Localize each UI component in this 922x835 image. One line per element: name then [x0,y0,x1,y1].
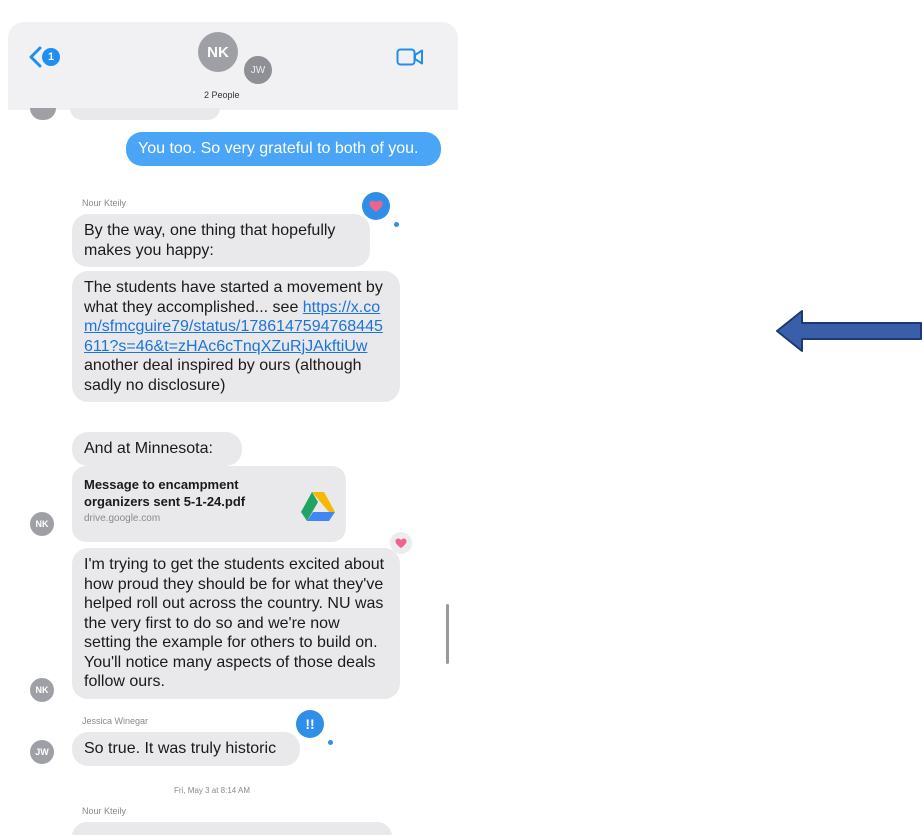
heart-tapback[interactable] [390,532,412,554]
avatar-nk[interactable]: NK [30,678,54,702]
messages-screen: 1 NK JW 2 People You too. So very gratef… [8,22,458,835]
heart-icon [369,200,383,212]
video-camera-icon [396,48,423,66]
timestamp: Fri, May 3 at 8:14 AM [174,786,251,795]
tapback-tail [394,222,399,227]
conversation-header: 1 NK JW 2 People [8,22,458,110]
incoming-message[interactable]: By the way, one thing that hopefully mak… [72,214,370,267]
back-button[interactable]: 1 [28,46,60,68]
message-text: another deal inspired by ours (although … [84,357,362,394]
incoming-message[interactable]: So true. It was truly historic [72,732,300,766]
partial-incoming-message[interactable] [72,822,392,835]
emphasis-tapback[interactable]: !! [296,710,324,738]
sender-name: Nour Kteily [82,198,127,208]
contact-avatar-secondary[interactable]: JW [242,54,274,86]
video-call-button[interactable] [396,48,424,71]
participants-label[interactable]: 2 People [204,90,240,100]
incoming-message[interactable]: And at Minnesota: [72,432,242,466]
outgoing-message[interactable]: You too. So very grateful to both of you… [126,132,441,166]
heart-tapback[interactable] [362,192,390,220]
partial-message-bubble [70,108,220,120]
attachment-title: Message to encampment organizers sent 5-… [84,477,246,509]
tapback-tail [328,740,333,745]
attachment-domain: drive.google.com [84,513,161,524]
left-arrow-icon [776,310,922,352]
avatar-jw[interactable]: JW [30,740,54,764]
partial-avatar [30,108,56,120]
heart-icon [395,538,407,548]
google-drive-icon [301,492,335,521]
scrollbar[interactable] [446,604,449,664]
avatar-nk[interactable]: NK [30,512,54,536]
sender-name: Jessica Winegar [82,716,149,726]
incoming-message[interactable]: I'm trying to get the students excited a… [72,548,400,699]
contact-avatar-primary[interactable]: NK [198,32,238,72]
unread-count-badge: 1 [42,48,60,66]
pdf-attachment-card[interactable]: Message to encampment organizers sent 5-… [72,466,346,542]
incoming-message-with-link[interactable]: The students have started a movement by … [72,271,400,402]
sender-name: Nour Kteily [82,806,127,816]
